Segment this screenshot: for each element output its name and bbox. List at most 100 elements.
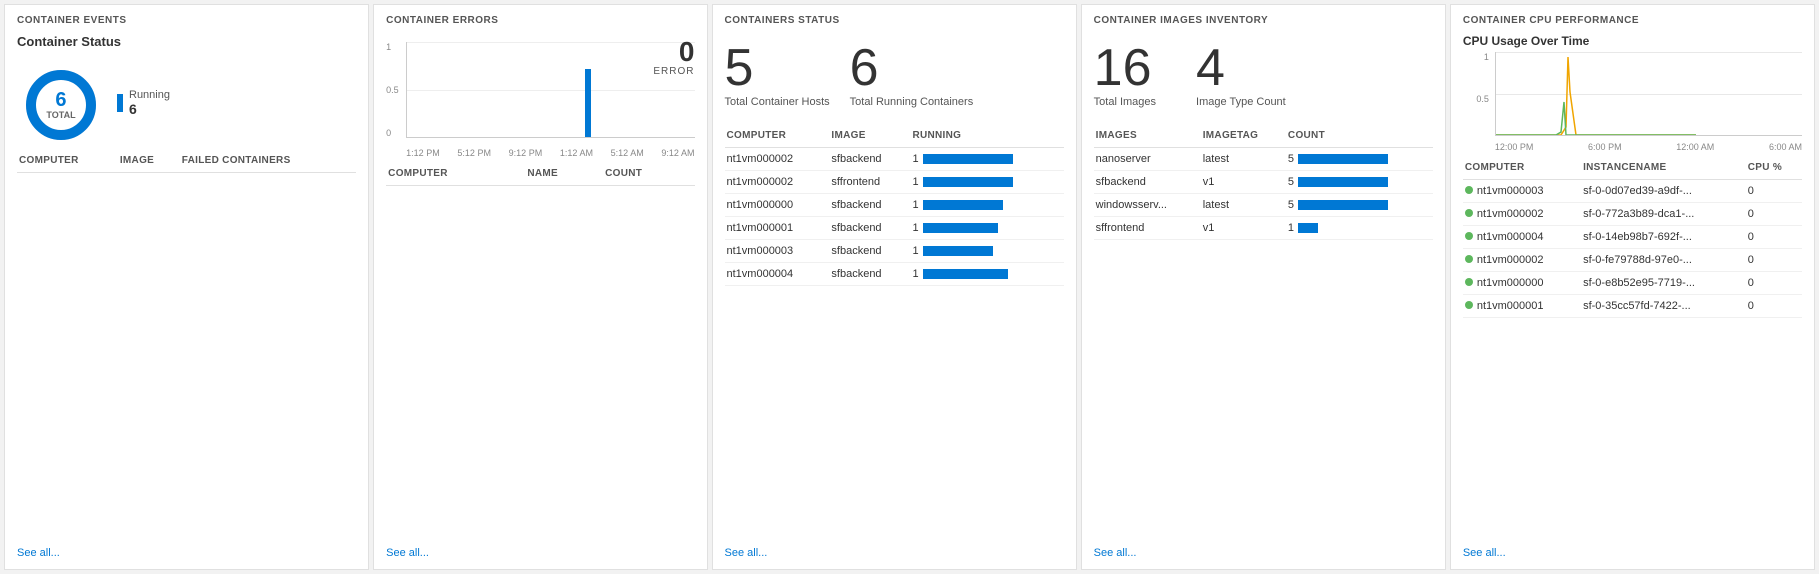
x-label-2: 5:12 PM — [457, 148, 491, 158]
events-col-failed: FAILED CONTAINERS — [180, 151, 356, 173]
y-label-0: 0 — [386, 128, 404, 138]
status-running: 1 — [910, 194, 1063, 217]
cpu-instance: sf-0-772a3b89-dca1-... — [1581, 203, 1746, 226]
status-bar — [923, 177, 1013, 187]
events-title: CONTAINER EVENTS — [17, 15, 356, 26]
images-tag: v1 — [1201, 171, 1286, 194]
cpu-yaxis: 1 0.5 — [1463, 52, 1493, 136]
events-see-all[interactable]: See all... — [17, 547, 60, 559]
cpu-x-1: 12:00 PM — [1495, 142, 1534, 152]
cpu-x-2: 6:00 PM — [1588, 142, 1622, 152]
image-type-label: Image Type Count — [1196, 96, 1286, 108]
status-col-running: RUNNING — [910, 126, 1063, 148]
status-table-row: nt1vm000003 sfbackend 1 — [725, 240, 1064, 263]
status-bar — [923, 269, 1008, 279]
panel-container-errors: CONTAINER ERRORS 1 0.5 0 1:12 PM 5:12 PM… — [373, 4, 707, 570]
images-bar — [1298, 200, 1388, 210]
status-image: sffrontend — [829, 171, 910, 194]
images-metrics: 16 Total Images 4 Image Type Count — [1094, 34, 1433, 120]
error-badge: 0 ERROR — [653, 38, 694, 77]
cpu-col-instance: INSTANCENAME — [1581, 158, 1746, 180]
events-col-image: IMAGE — [118, 151, 180, 173]
status-computer: nt1vm000004 — [725, 263, 830, 286]
events-table: COMPUTER IMAGE FAILED CONTAINERS — [17, 151, 356, 173]
status-computer: nt1vm000002 — [725, 171, 830, 194]
status-dot — [1465, 209, 1473, 217]
metric-hosts-label: Total Container Hosts — [725, 96, 830, 108]
legend-running-label: Running — [129, 89, 170, 101]
status-bar — [923, 154, 1013, 164]
status-see-all[interactable]: See all... — [725, 547, 768, 559]
images-table-row: nanoserver latest 5 — [1094, 148, 1433, 171]
cpu-instance: sf-0-fe79788d-97e0-... — [1581, 249, 1746, 272]
events-donut-section: 6 TOTAL Running 6 — [17, 55, 356, 145]
cpu-table-row: nt1vm000003 sf-0-0d07ed39-a9df-... 0 — [1463, 180, 1802, 203]
status-running: 1 — [910, 240, 1063, 263]
cpu-instance: sf-0-35cc57fd-7422-... — [1581, 295, 1746, 318]
cpu-table: COMPUTER INSTANCENAME CPU % nt1vm000003 … — [1463, 158, 1802, 318]
legend-bar — [117, 94, 123, 112]
status-col-computer: COMPUTER — [725, 126, 830, 148]
images-col-tag: IMAGETAG — [1201, 126, 1286, 148]
x-label-6: 9:12 AM — [661, 148, 694, 158]
events-col-computer: COMPUTER — [17, 151, 118, 173]
cpu-instance: sf-0-e8b52e95-7719-... — [1581, 272, 1746, 295]
status-dot — [1465, 232, 1473, 240]
cpu-chart-svg — [1496, 52, 1802, 135]
errors-xaxis: 1:12 PM 5:12 PM 9:12 PM 1:12 AM 5:12 AM … — [406, 148, 694, 158]
grid-top — [407, 42, 694, 43]
cpu-percent: 0 — [1746, 249, 1802, 272]
metric-running-label: Total Running Containers — [850, 96, 974, 108]
errors-col-name: NAME — [525, 164, 603, 186]
status-dot — [1465, 301, 1473, 309]
cpu-instance: sf-0-14eb98b7-692f-... — [1581, 226, 1746, 249]
events-subtitle: Container Status — [17, 34, 356, 49]
errors-col-computer: COMPUTER — [386, 164, 525, 186]
images-count: 5 — [1286, 148, 1433, 171]
x-label-4: 1:12 AM — [560, 148, 593, 158]
panel-containers-status: CONTAINERS STATUS 5 Total Container Host… — [712, 4, 1077, 570]
cpu-x-4: 6:00 AM — [1769, 142, 1802, 152]
cpu-col-computer: COMPUTER — [1463, 158, 1581, 180]
images-bar — [1298, 223, 1318, 233]
cpu-x-3: 12:00 AM — [1676, 142, 1714, 152]
cpu-computer: nt1vm000004 — [1463, 226, 1581, 249]
status-table-row: nt1vm000002 sfbackend 1 — [725, 148, 1064, 171]
status-dot — [1465, 255, 1473, 263]
status-table-row: nt1vm000001 sfbackend 1 — [725, 217, 1064, 240]
cpu-percent: 0 — [1746, 295, 1802, 318]
cpu-computer: nt1vm000001 — [1463, 295, 1581, 318]
status-table: COMPUTER IMAGE RUNNING nt1vm000002 sfbac… — [725, 126, 1064, 286]
cpu-see-all[interactable]: See all... — [1463, 547, 1506, 559]
images-tag: v1 — [1201, 217, 1286, 240]
total-images-label: Total Images — [1094, 96, 1156, 108]
status-running: 1 — [910, 263, 1063, 286]
errors-table: COMPUTER NAME COUNT — [386, 164, 694, 186]
images-title: CONTAINER IMAGES INVENTORY — [1094, 15, 1433, 26]
status-computer: nt1vm000000 — [725, 194, 830, 217]
panel-images-inventory: CONTAINER IMAGES INVENTORY 16 Total Imag… — [1081, 4, 1446, 570]
donut-label: TOTAL — [46, 111, 75, 121]
donut-center: 6 TOTAL — [46, 89, 75, 121]
images-image: windowsserv... — [1094, 194, 1201, 217]
metric-running-value: 6 — [850, 42, 974, 94]
cpu-percent: 0 — [1746, 180, 1802, 203]
status-table-row: nt1vm000000 sfbackend 1 — [725, 194, 1064, 217]
status-dot — [1465, 186, 1473, 194]
images-col-images: IMAGES — [1094, 126, 1201, 148]
status-bar — [923, 246, 993, 256]
events-donut: 6 TOTAL — [21, 65, 101, 145]
panel-cpu-performance: CONTAINER CPU PERFORMANCE CPU Usage Over… — [1450, 4, 1815, 570]
status-image: sfbackend — [829, 217, 910, 240]
status-metrics: 5 Total Container Hosts 6 Total Running … — [725, 34, 1064, 120]
grid-mid — [407, 90, 694, 91]
x-label-1: 1:12 PM — [406, 148, 440, 158]
images-see-all[interactable]: See all... — [1094, 547, 1137, 559]
status-title: CONTAINERS STATUS — [725, 15, 1064, 26]
y-label-05: 0.5 — [386, 85, 404, 95]
errors-see-all[interactable]: See all... — [386, 547, 429, 559]
status-bar — [923, 200, 1003, 210]
cpu-y-05: 0.5 — [1476, 94, 1489, 104]
images-table-row: windowsserv... latest 5 — [1094, 194, 1433, 217]
metric-hosts-value: 5 — [725, 42, 830, 94]
